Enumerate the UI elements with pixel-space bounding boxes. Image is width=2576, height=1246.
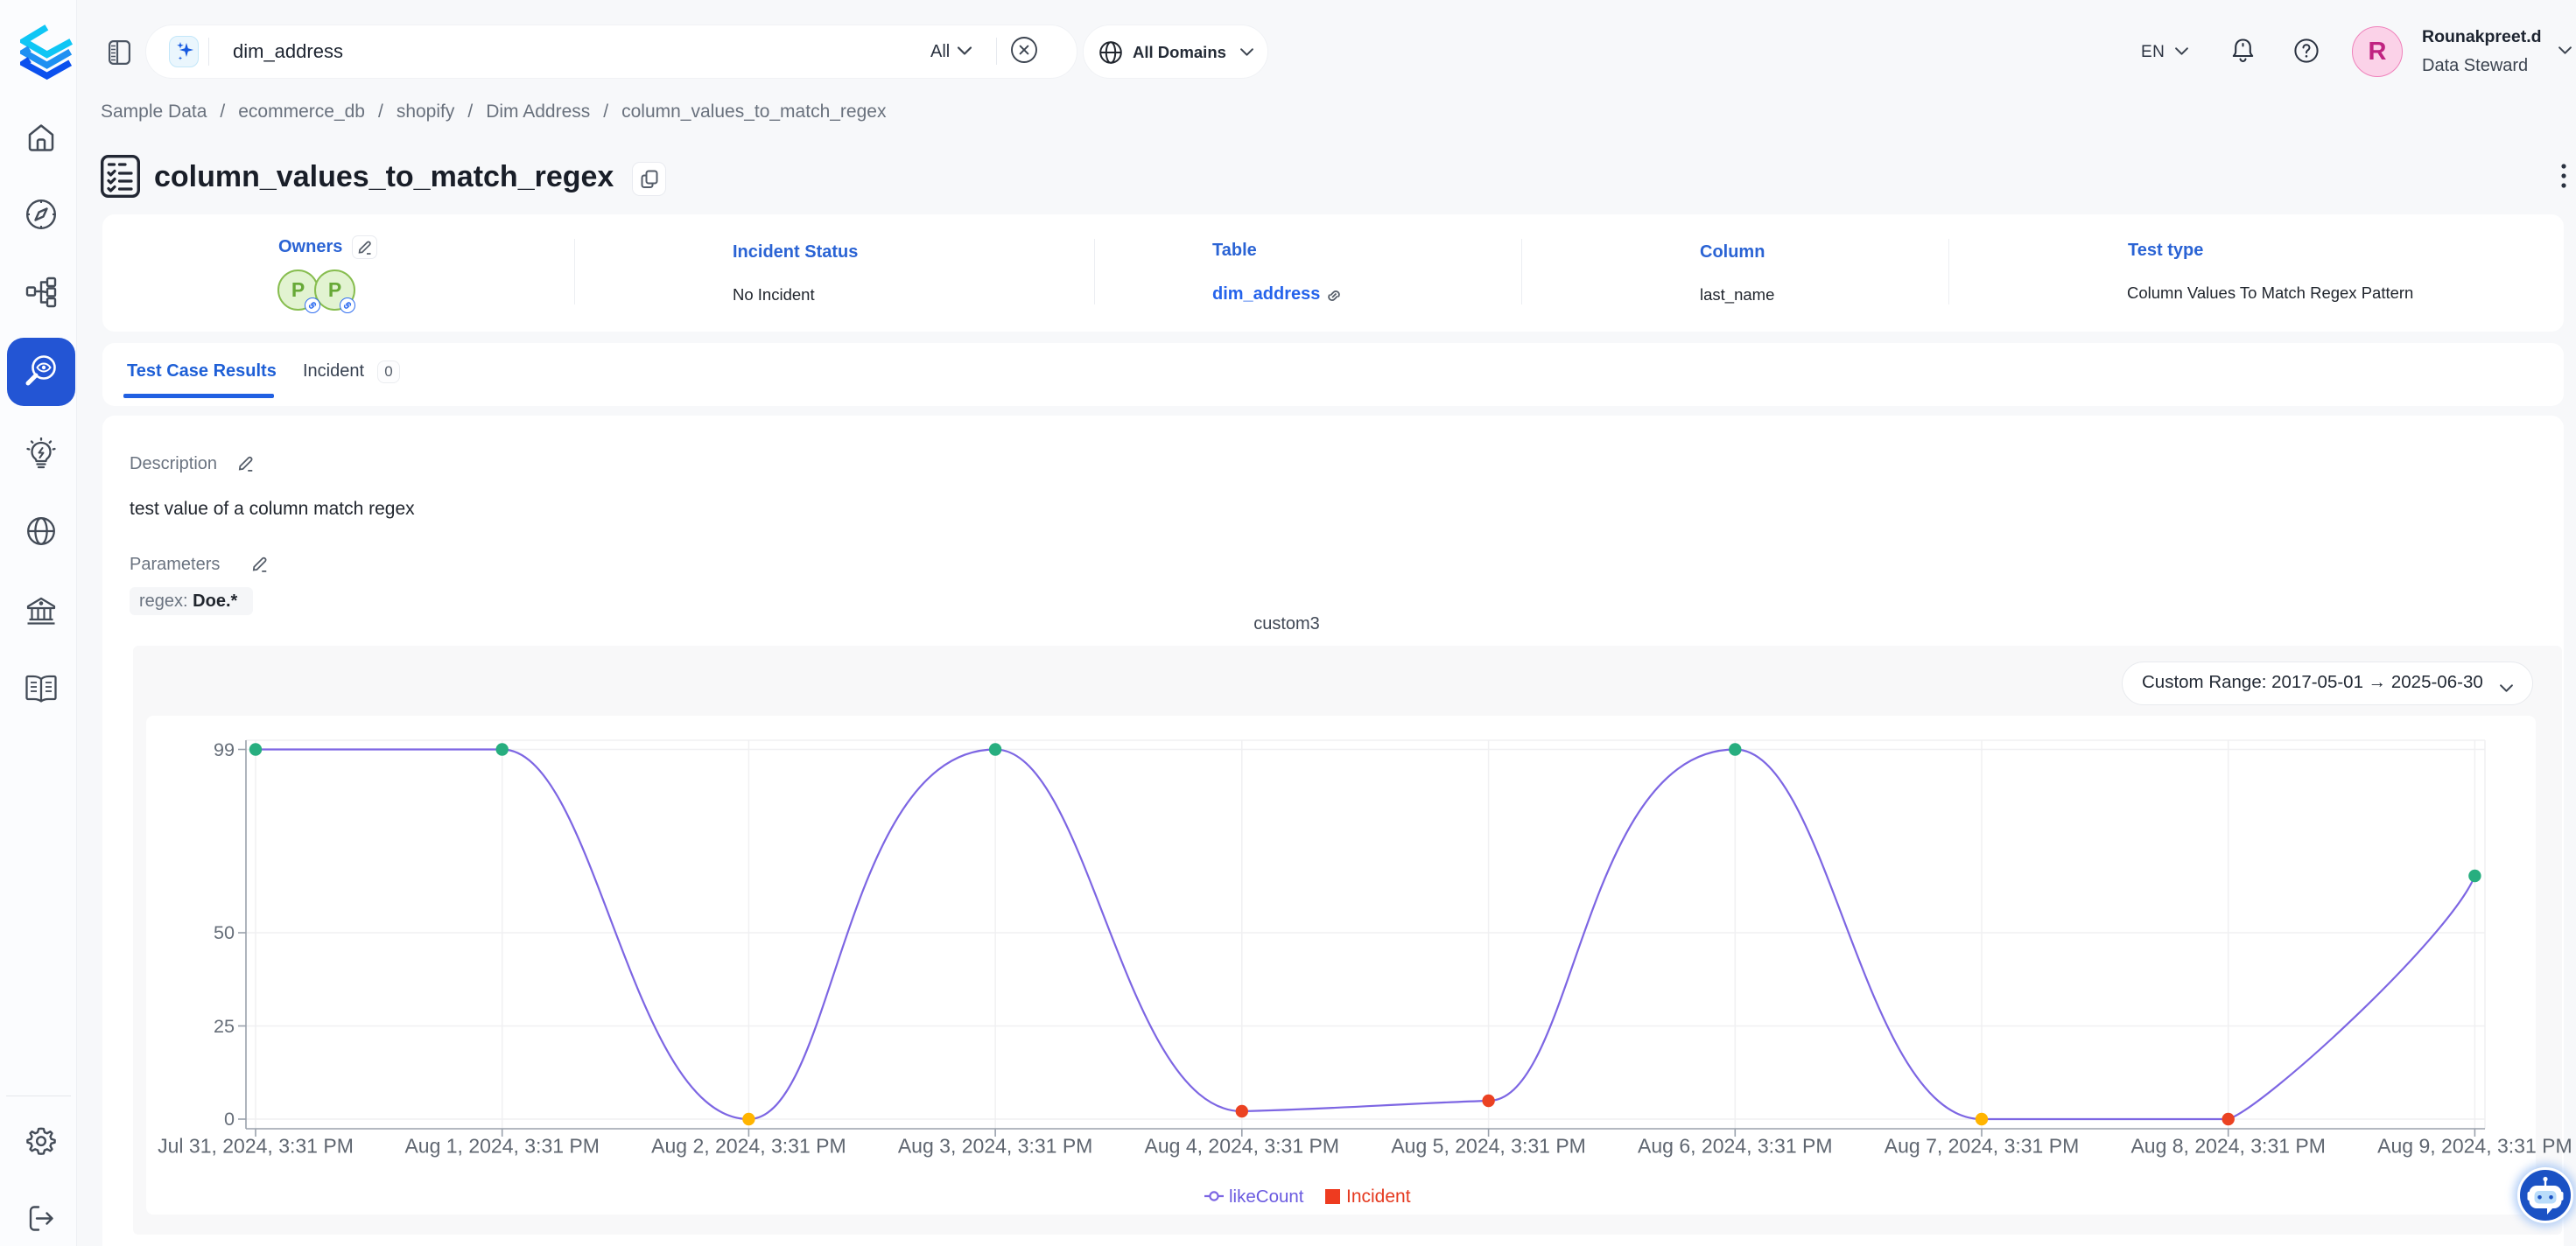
svg-text:Aug 5, 2024, 3:31 PM: Aug 5, 2024, 3:31 PM	[1391, 1135, 1586, 1158]
svg-text:likeCount: likeCount	[1229, 1186, 1304, 1207]
svg-text:99: 99	[214, 738, 235, 760]
svg-text:0: 0	[224, 1108, 235, 1130]
svg-text:25: 25	[214, 1015, 235, 1037]
svg-text:Aug 8, 2024, 3:31 PM: Aug 8, 2024, 3:31 PM	[2130, 1135, 2326, 1158]
svg-text:50: 50	[214, 921, 235, 943]
svg-text:Aug 2, 2024, 3:31 PM: Aug 2, 2024, 3:31 PM	[651, 1135, 846, 1158]
svg-text:Jul 31, 2024, 3:31 PM: Jul 31, 2024, 3:31 PM	[158, 1135, 354, 1158]
svg-text:Aug 4, 2024, 3:31 PM: Aug 4, 2024, 3:31 PM	[1145, 1135, 1340, 1158]
svg-text:Aug 9, 2024, 3:31 PM: Aug 9, 2024, 3:31 PM	[2377, 1135, 2572, 1158]
svg-text:Aug 6, 2024, 3:31 PM: Aug 6, 2024, 3:31 PM	[1638, 1135, 1833, 1158]
svg-text:Aug 3, 2024, 3:31 PM: Aug 3, 2024, 3:31 PM	[898, 1135, 1093, 1158]
svg-text:Incident: Incident	[1346, 1186, 1411, 1207]
svg-text:Aug 7, 2024, 3:31 PM: Aug 7, 2024, 3:31 PM	[1885, 1135, 2080, 1158]
svg-text:Aug 1, 2024, 3:31 PM: Aug 1, 2024, 3:31 PM	[404, 1135, 600, 1158]
